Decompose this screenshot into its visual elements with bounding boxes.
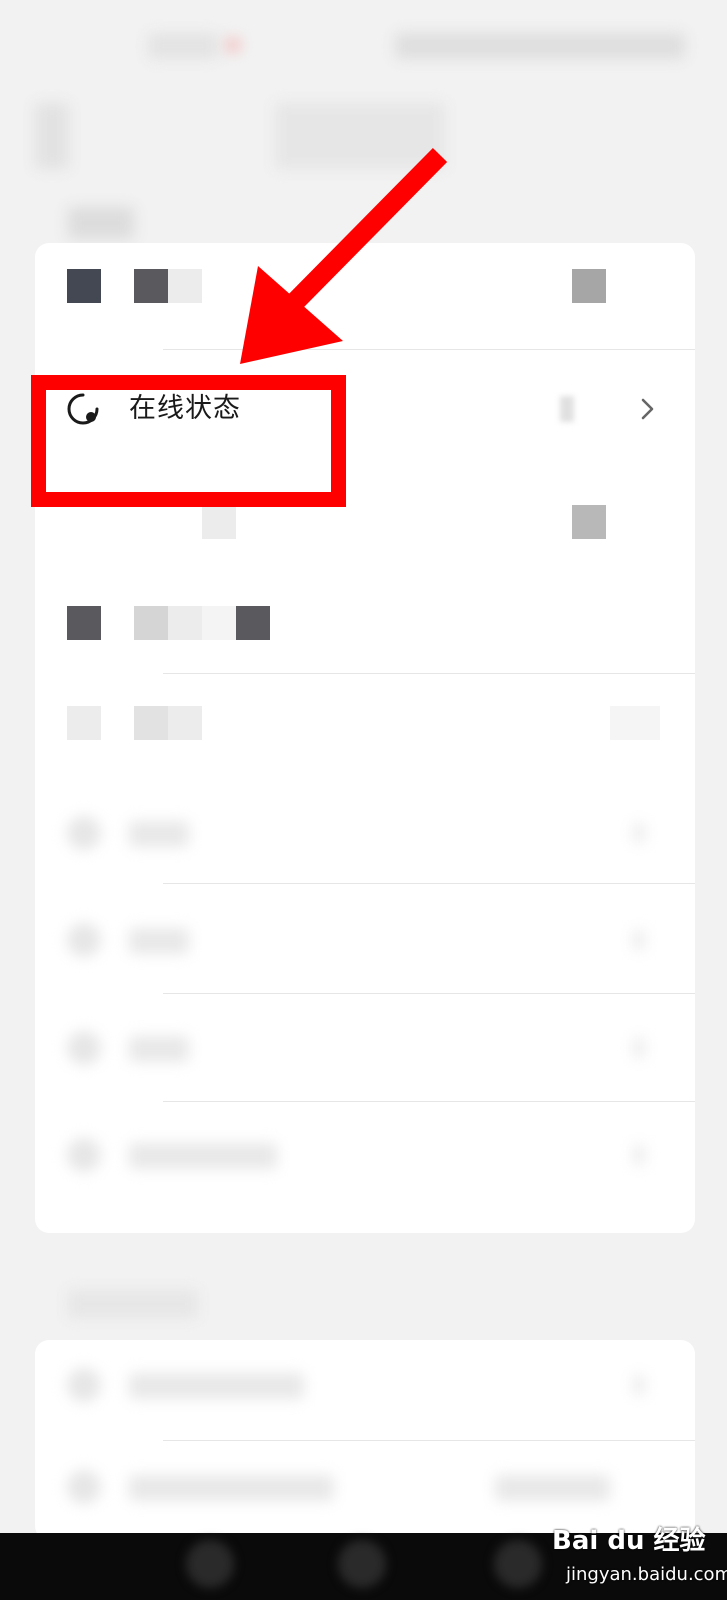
row-9-label-blurred [129, 1143, 277, 1169]
row-3-label-pixel [202, 505, 236, 539]
divider [163, 1101, 695, 1102]
row-6-icon [67, 816, 101, 850]
row-8-icon [67, 1031, 101, 1065]
status-time-blurred [148, 33, 218, 59]
row-1-icon [67, 269, 101, 303]
row-7-icon [67, 923, 101, 957]
chevron-right-icon [633, 930, 645, 950]
chevron-right-icon [641, 398, 654, 420]
row-4-label-pixel [236, 606, 270, 640]
row-5-value-pixel [610, 706, 660, 740]
divider [163, 1440, 695, 1441]
row-1-label-pixel [168, 269, 202, 303]
divider [163, 993, 695, 994]
row-label-blurred [129, 1373, 304, 1399]
row-icon [67, 1470, 101, 1504]
row-value-blurred [495, 1475, 610, 1501]
page-title-blurred [275, 103, 445, 169]
chevron-right-icon [633, 1145, 645, 1165]
nav-home-button[interactable] [338, 1540, 386, 1588]
nav-recents-button[interactable] [494, 1540, 542, 1588]
chevron-right-icon [633, 1038, 645, 1058]
row-7-label-blurred [129, 928, 189, 954]
watermark-url: jingyan.baidu.com [566, 1564, 727, 1585]
row-3-value-pixel [572, 505, 606, 539]
settings-card-2 [35, 1340, 695, 1540]
row-5-icon [67, 706, 101, 740]
notification-dot [226, 38, 240, 52]
row-4-label-pixel [134, 606, 168, 640]
row-1-value-pixel [572, 269, 606, 303]
chevron-right-icon [633, 1375, 645, 1395]
nav-back-button[interactable] [186, 1540, 234, 1588]
divider [163, 673, 695, 674]
row-1-label-pixel [134, 269, 168, 303]
status-bar [0, 0, 727, 95]
row-5-label-pixel [134, 706, 168, 740]
highlight-annotation-box [31, 375, 346, 507]
row-4-label-pixel [202, 606, 236, 640]
divider [163, 349, 695, 350]
person-icon [67, 1368, 101, 1402]
row-8-label-blurred [129, 1036, 189, 1062]
divider [163, 883, 695, 884]
back-icon[interactable] [35, 103, 69, 169]
baidu-jingyan-watermark: Bai du 经验 [552, 1526, 706, 1556]
row-9-icon [67, 1138, 101, 1172]
row-label-blurred [129, 1475, 334, 1501]
section-header-blurred [68, 207, 134, 239]
row-5-label-pixel [168, 706, 202, 740]
status-icons-blurred [395, 33, 685, 59]
row-4-icon [67, 606, 101, 640]
chevron-right-icon [633, 823, 645, 843]
row-6-label-blurred [129, 821, 189, 847]
section-header-blurred [68, 1290, 198, 1318]
online-status-value-blurred [560, 396, 574, 422]
row-4-label-pixel [168, 606, 202, 640]
